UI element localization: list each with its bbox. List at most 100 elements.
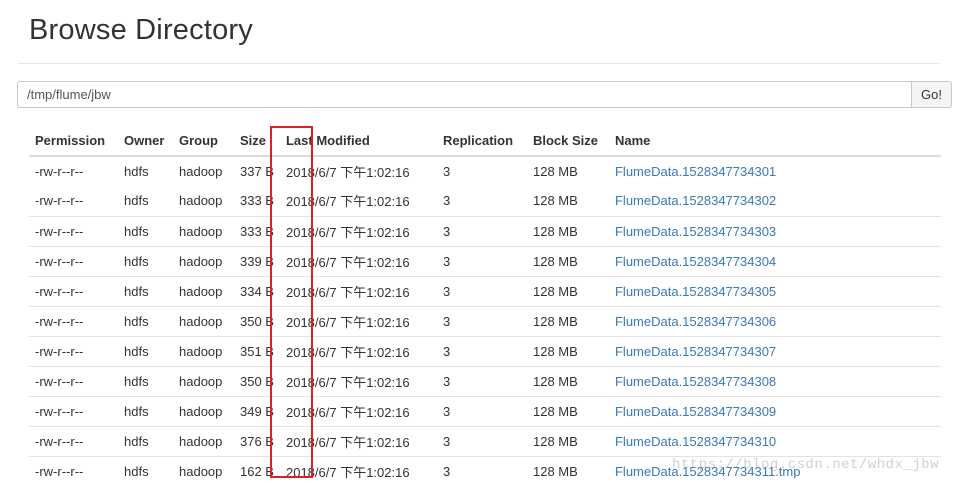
table-row: -rw-r--r-- hdfs hadoop 349 B 2018/6/7 下午1:02…	[29, 395, 941, 426]
file-name-link[interactable]: FlumeData.1528347734309	[615, 404, 776, 419]
cell-last-modified: 2018/6/7 下午1:02:16	[279, 275, 437, 306]
page-title: Browse Directory	[29, 14, 253, 46]
cell-name: FlumeData.1528347734305	[608, 275, 941, 306]
cell-owner: hdfs	[118, 395, 173, 426]
cell-block-size: 128 MB	[526, 155, 609, 186]
cell-owner: hdfs	[118, 155, 173, 186]
cell-group: hadoop	[173, 335, 234, 366]
cell-group: hadoop	[173, 245, 234, 276]
file-name-link[interactable]: FlumeData.1528347734305	[615, 284, 776, 299]
header-owner[interactable]: Owner	[118, 125, 173, 157]
cell-group: hadoop	[173, 155, 234, 186]
cell-owner: hdfs	[124, 193, 149, 209]
file-name-link[interactable]: FlumeData.1528347734303	[615, 224, 776, 239]
cell-last-modified: 2018/6/7 下午1:02:16	[285, 194, 410, 210]
cell-replication: 3	[436, 215, 527, 246]
table-header-row: Permission Owner Group Size Last Modifie…	[29, 125, 941, 157]
cell-permission: -rw-r--r--	[29, 335, 118, 366]
header-name[interactable]: Name	[608, 125, 941, 157]
cell-owner: hdfs	[118, 215, 173, 246]
file-name-link[interactable]: FlumeData.1528347734311.tmp	[615, 464, 801, 479]
file-name-link[interactable]: FlumeData.1528347734307	[615, 344, 776, 359]
cell-group: hadoop	[173, 215, 234, 246]
cell-last-modified: 2018/6/7 下午1:02:16	[279, 395, 437, 426]
cell-block-size: 128 MB	[526, 215, 609, 246]
cell-owner: hdfs	[118, 425, 173, 456]
cell-size: 349 B	[234, 395, 280, 426]
cell-last-modified: 2018/6/7 下午1:02:16	[279, 335, 437, 366]
cell-name: FlumeData.1528347734307	[608, 335, 941, 366]
cell-replication: 3	[442, 193, 451, 209]
cell-name: FlumeData.1528347734309	[608, 395, 941, 426]
cell-owner: hdfs	[118, 365, 173, 396]
table-row: -rw-r--r-- hdfs hadoop 333 B 2018/6/7 下午1:02…	[29, 215, 941, 246]
cell-block-size: 128 MB	[526, 425, 609, 456]
cell-name: FlumeData.1528347734306	[608, 305, 941, 336]
file-name-link[interactable]: FlumeData.1528347734306	[615, 314, 776, 329]
cell-name: FlumeData.1528347734302	[609, 186, 941, 216]
file-name-link[interactable]: FlumeData.1528347734301	[615, 164, 776, 179]
cell-name: FlumeData.1528347734310	[608, 425, 941, 456]
cell-owner: hdfs	[118, 305, 173, 336]
cell-block-size: 128 MB	[526, 455, 609, 486]
table-row: -rw-r--r-- hdfs hadoop 334 B 2018/6/7 下午1:02…	[29, 275, 941, 306]
cell-permission: -rw-r--r--	[29, 155, 118, 186]
table-row: -rw-r--r-- hdfs hadoop 339 B 2018/6/7 下午1:02…	[29, 245, 941, 276]
cell-size: 339 B	[234, 245, 280, 276]
cell-block-size: 128 MB	[526, 275, 609, 306]
cell-permission: -rw-r--r--	[35, 193, 84, 209]
file-name-link[interactable]: FlumeData.1528347734308	[615, 374, 776, 389]
cell-size: 333 B	[234, 215, 280, 246]
cell-group: hadoop	[173, 305, 234, 336]
cell-replication: 3	[436, 245, 527, 276]
cell-permission: -rw-r--r--	[29, 425, 118, 456]
path-bar: Go!	[17, 81, 952, 108]
cell-size: 351 B	[234, 335, 280, 366]
header-last-modified[interactable]: Last Modified	[279, 125, 437, 157]
table-row: -rw-r--r-- hdfs hadoop 376 B 2018/6/7 下午1:02…	[29, 425, 941, 456]
header-size[interactable]: Size	[234, 125, 280, 157]
cell-permission: -rw-r--r--	[29, 455, 118, 486]
cell-size: 337 B	[234, 155, 280, 186]
cell-replication: 3	[436, 395, 527, 426]
cell-block-size: 128 MB	[526, 395, 609, 426]
directory-path-input[interactable]	[17, 81, 911, 108]
cell-name: FlumeData.1528347734311.tmp	[608, 455, 941, 486]
table-row: -rw-r--r-- hdfs hadoop 350 B 2018/6/7 下午1:02…	[29, 365, 941, 396]
table-row: -rw-r--r-- hdfs hadoop 162 B 2018/6/7 下午1:02…	[29, 455, 941, 486]
cell-last-modified: 2018/6/7 下午1:02:16	[279, 455, 437, 486]
table-row: -rw-r--r-- hdfs hadoop 350 B 2018/6/7 下午1:02…	[29, 305, 941, 336]
table-row: -rw-r--r-- hdfs hadoop 337 B 2018/6/7 下午1:02…	[29, 155, 941, 186]
cell-group: hadoop	[179, 193, 223, 209]
cell-last-modified: 2018/6/7 下午1:02:16	[279, 245, 437, 276]
cell-owner: hdfs	[118, 335, 173, 366]
cell-owner: hdfs	[118, 245, 173, 276]
cell-last-modified: 2018/6/7 下午1:02:16	[279, 305, 437, 336]
file-name-link[interactable]: FlumeData.1528347734310	[615, 434, 776, 449]
header-replication[interactable]: Replication	[436, 125, 527, 157]
cell-size: 162 B	[234, 455, 280, 486]
cell-group: hadoop	[173, 455, 234, 486]
cell-permission: -rw-r--r--	[29, 275, 118, 306]
table-row: -rw-r--r-- hdfs hadoop 333 B 2018/6/7 下午1:02…	[29, 186, 941, 216]
cell-group: hadoop	[173, 365, 234, 396]
cell-size: 376 B	[234, 425, 280, 456]
cell-replication: 3	[436, 275, 527, 306]
file-name-link[interactable]: FlumeData.1528347734302	[615, 193, 776, 208]
cell-size: 333 B	[240, 193, 274, 209]
cell-last-modified: 2018/6/7 下午1:02:16	[279, 155, 437, 186]
cell-replication: 3	[436, 155, 527, 186]
cell-permission: -rw-r--r--	[29, 305, 118, 336]
cell-block-size: 128 MB	[526, 305, 609, 336]
header-group[interactable]: Group	[173, 125, 234, 157]
cell-last-modified: 2018/6/7 下午1:02:16	[279, 425, 437, 456]
file-name-link[interactable]: FlumeData.1528347734304	[615, 254, 776, 269]
cell-group: hadoop	[173, 395, 234, 426]
cell-name: FlumeData.1528347734303	[608, 215, 941, 246]
title-divider	[18, 63, 940, 64]
cell-permission: -rw-r--r--	[29, 245, 118, 276]
go-button[interactable]: Go!	[911, 81, 952, 108]
header-permission[interactable]: Permission	[29, 125, 118, 157]
header-block-size[interactable]: Block Size	[526, 125, 609, 157]
directory-listing-table: Permission Owner Group Size Last Modifie…	[29, 125, 941, 486]
